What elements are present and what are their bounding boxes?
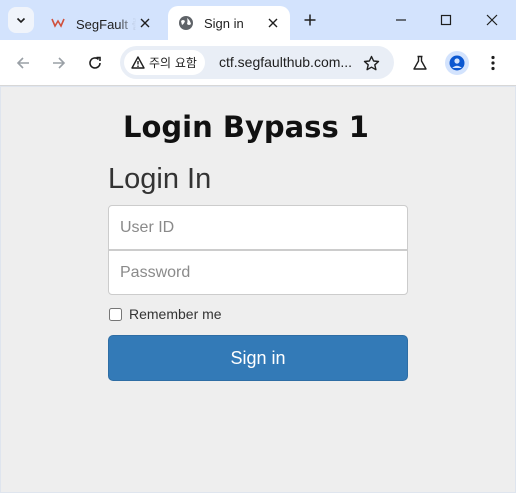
security-indicator[interactable]: 주의 요함 (124, 50, 205, 75)
bookmark-button[interactable] (360, 52, 382, 74)
tab-strip: SegFault 플 Sign in (0, 0, 516, 40)
tab-sign-in[interactable]: Sign in (168, 6, 290, 40)
user-icon (449, 55, 465, 71)
plus-icon (304, 14, 316, 26)
remember-me-row[interactable]: Remember me (108, 306, 222, 322)
form-heading: Login In (108, 163, 212, 195)
tab-title: Sign in (204, 15, 244, 31)
maximize-button[interactable] (436, 10, 456, 30)
reload-button[interactable] (84, 52, 106, 74)
reload-icon (89, 56, 101, 69)
chevron-down-icon (16, 17, 26, 24)
more-vert-icon (491, 55, 495, 71)
page-title: Login Bypass 1 (123, 110, 369, 144)
page-content: Login Bypass 1 Login In Remember me Sign… (1, 87, 515, 492)
close-icon[interactable] (264, 14, 282, 32)
close-icon (486, 14, 498, 26)
star-icon (363, 55, 379, 70)
tab-segfault[interactable]: SegFault 플 (44, 6, 162, 40)
address-bar[interactable]: 주의 요함 ctf.segfaulthub.com... (120, 46, 394, 79)
arrow-right-icon (53, 57, 66, 69)
browser-toolbar: 주의 요함 ctf.segfaulthub.com... (0, 40, 516, 86)
new-tab-button[interactable] (300, 10, 320, 30)
url-text: ctf.segfaulthub.com... (219, 54, 353, 70)
minimize-button[interactable] (391, 10, 411, 30)
password-input[interactable] (108, 250, 408, 295)
user-id-input[interactable] (108, 205, 408, 250)
forward-button[interactable] (48, 52, 70, 74)
tab-search-button[interactable] (8, 7, 34, 33)
profile-avatar[interactable] (445, 51, 469, 75)
warning-icon (131, 56, 145, 69)
browser-menu-button[interactable] (482, 52, 504, 74)
arrow-left-icon (16, 57, 29, 69)
back-button[interactable] (12, 52, 34, 74)
maximize-icon (440, 14, 452, 26)
close-icon[interactable] (136, 14, 154, 32)
tab-title: SegFault 플 (76, 16, 136, 32)
flask-icon (413, 55, 427, 70)
minimize-icon (396, 19, 406, 21)
labs-button[interactable] (409, 52, 431, 74)
segfault-favicon-icon (50, 15, 66, 31)
close-window-button[interactable] (482, 10, 502, 30)
remember-me-label: Remember me (129, 306, 222, 322)
remember-me-checkbox[interactable] (109, 307, 122, 321)
globe-icon (178, 15, 194, 31)
sign-in-button[interactable]: Sign in (108, 335, 408, 381)
security-label: 주의 요함 (149, 56, 197, 70)
